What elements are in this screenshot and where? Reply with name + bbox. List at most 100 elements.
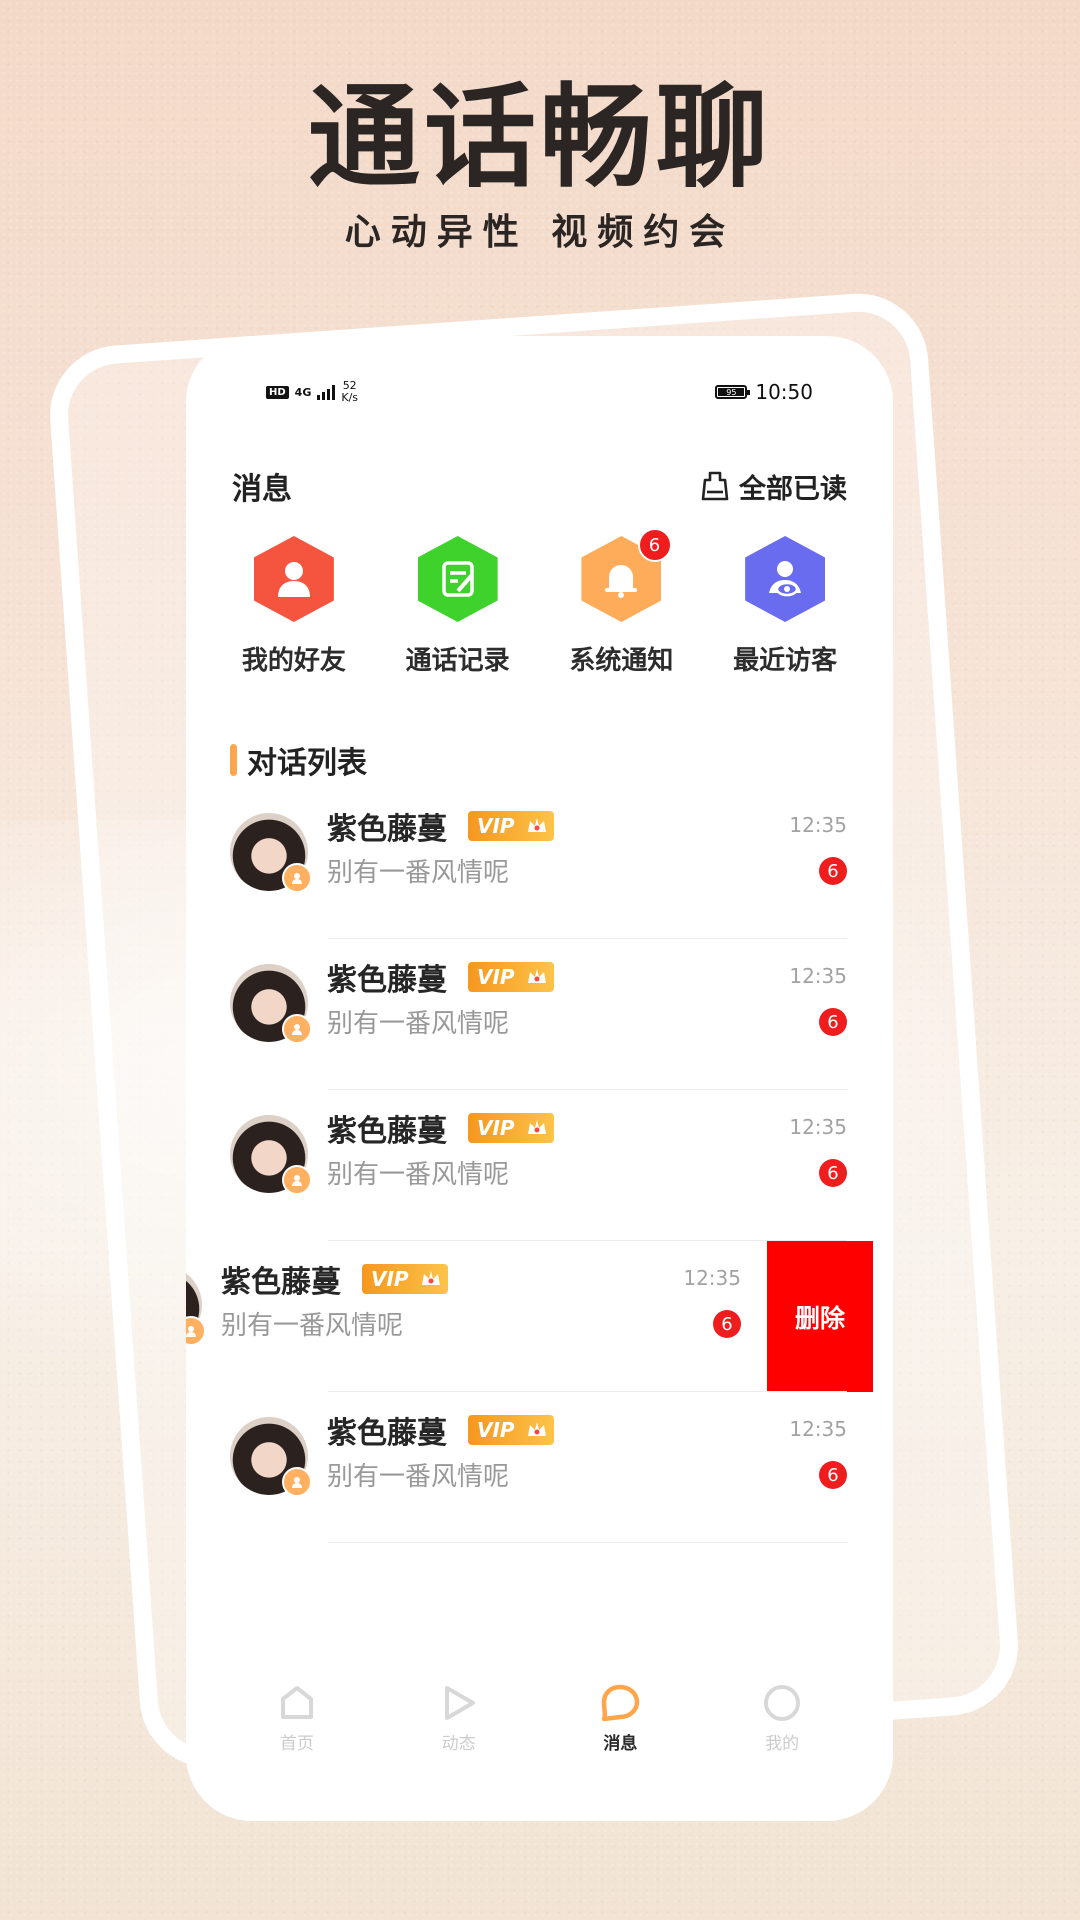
nav-moments[interactable]: 动态 [399,1683,519,1783]
conversation-row[interactable]: 紫色藤蔓 VIP 别有一番风情呢 12:35 6 [186,1090,893,1241]
vip-badge: VIP [468,1113,554,1143]
contact-name: 紫色藤蔓 [327,963,447,998]
unread-badge: 6 [819,857,847,885]
message-time: 12:35 [789,1417,847,1441]
crown-icon [528,1120,546,1134]
notification-badge: 6 [637,528,672,562]
vip-label: VIP [477,1418,515,1442]
hd-indicator: HD [266,385,289,399]
vip-label: VIP [371,1267,409,1291]
nav-label: 我的 [765,1734,800,1754]
unread-badge: 6 [819,1008,847,1036]
nav-home[interactable]: 首页 [237,1683,357,1783]
page-title: 消息 [232,472,292,507]
message-time: 12:35 [789,964,847,988]
vip-badge: VIP [362,1264,448,1294]
profile-circle-icon [764,1685,801,1721]
shortcut-call-records[interactable]: 通话记录 [376,536,540,677]
last-message: 别有一番风情呢 [327,1009,510,1039]
chat-bubble-icon [602,1684,640,1722]
gender-badge-icon [282,1165,312,1195]
gender-badge-icon [282,863,312,893]
mark-all-read-button[interactable]: 全部已读 [701,467,847,506]
status-left: HD 4G 52 K/s [266,380,358,404]
avatar [186,1266,206,1346]
visitor-icon [745,536,826,622]
conversation-row[interactable]: 紫色藤蔓 VIP 别有一番风情呢 12:35 6 [186,788,893,939]
home-icon [280,1686,313,1719]
network-type: 4G [294,385,312,399]
conversation-content: 紫色藤蔓 VIP 别有一番风情呢 12:35 6 [186,788,893,939]
gender-badge-icon [282,1467,312,1497]
conversation-section-title: 对话列表 [230,738,367,782]
delete-button[interactable]: 删除 [767,1241,873,1392]
unread-badge: 6 [819,1159,847,1187]
avatar [230,964,312,1044]
section-accent-bar [230,744,237,776]
crown-icon [422,1271,440,1285]
network-speed: 52 K/s [341,380,358,404]
gender-badge-icon [282,1014,312,1044]
bottom-nav: 首页 动态 消息 我的 [186,1683,893,1783]
battery-level: 95 [718,388,745,397]
row-divider [328,1542,847,1543]
avatar [230,1115,312,1195]
clock: 10:50 [755,380,813,404]
contact-name: 紫色藤蔓 [327,812,447,847]
conversation-content: 紫色藤蔓 VIP 别有一番风情呢 12:35 6 [186,939,893,1090]
message-time: 12:35 [789,813,847,837]
nav-messages[interactable]: 消息 [560,1683,680,1783]
conversation-row-swiped[interactable]: 紫色藤蔓 VIP 别有一番风情呢 12:35 6 删除 [186,1241,893,1392]
avatar [230,813,312,893]
conversation-row[interactable]: 紫色藤蔓 VIP 别有一番风情呢 12:35 6 [186,1392,893,1543]
unread-badge: 6 [819,1461,847,1489]
vip-badge: VIP [468,962,554,992]
nav-profile[interactable]: 我的 [722,1683,842,1783]
avatar [230,1417,312,1497]
message-time: 12:35 [789,1115,847,1139]
signal-icon [317,384,336,400]
message-time: 12:35 [683,1266,741,1290]
shortcut-visitors[interactable]: 最近访客 [703,536,867,677]
shortcut-label: 通话记录 [405,646,510,676]
shortcut-label: 我的好友 [241,646,346,676]
vip-label: VIP [477,814,515,838]
shortcut-friends[interactable]: 我的好友 [212,536,376,677]
shortcut-notifications[interactable]: 6 系统通知 [540,528,704,677]
nav-label: 首页 [279,1734,314,1754]
vip-label: VIP [477,965,515,989]
conversation-content: 紫色藤蔓 VIP 别有一番风情呢 12:35 6 [186,1241,787,1392]
vip-badge: VIP [468,1415,554,1445]
friend-icon [253,536,334,622]
shortcut-label: 系统通知 [569,646,674,676]
nav-label: 动态 [441,1734,476,1754]
play-icon [444,1686,475,1720]
broom-icon [701,471,729,501]
status-right: 95 10:50 [715,380,813,404]
messages-header: 消息 全部已读 [232,464,847,508]
section-title-text: 对话列表 [247,746,367,781]
gender-badge-icon [186,1316,206,1346]
promo-subline: 心动异性 视频约会 [344,212,736,253]
status-bar: HD 4G 52 K/s 95 10:50 [266,372,813,412]
contact-name: 紫色藤蔓 [327,1416,447,1451]
last-message: 别有一番风情呢 [327,1160,510,1190]
last-message: 别有一番风情呢 [221,1311,404,1341]
crown-icon [528,818,546,832]
shortcut-label: 最近访客 [733,646,838,676]
contact-name: 紫色藤蔓 [221,1265,341,1300]
contact-name: 紫色藤蔓 [327,1114,447,1149]
promo-headline: 通话畅聊 [308,73,772,203]
crown-icon [528,1422,546,1436]
conversation-row[interactable]: 紫色藤蔓 VIP 别有一番风情呢 12:35 6 [186,939,893,1090]
nav-label: 消息 [603,1734,638,1754]
conversation-content: 紫色藤蔓 VIP 别有一番风情呢 12:35 6 [186,1090,893,1241]
conversation-content: 紫色藤蔓 VIP 别有一番风情呢 12:35 6 [186,1392,893,1543]
call-record-icon [417,536,498,622]
crown-icon [528,969,546,983]
vip-badge: VIP [468,811,554,841]
phone-screen: HD 4G 52 K/s 95 10:50 消息 全部已读 我的好友 通话记录 … [186,336,893,1821]
unread-badge: 6 [713,1310,741,1338]
shortcut-grid: 我的好友 通话记录 6 系统通知 最近访客 [212,528,867,677]
last-message: 别有一番风情呢 [327,858,510,888]
